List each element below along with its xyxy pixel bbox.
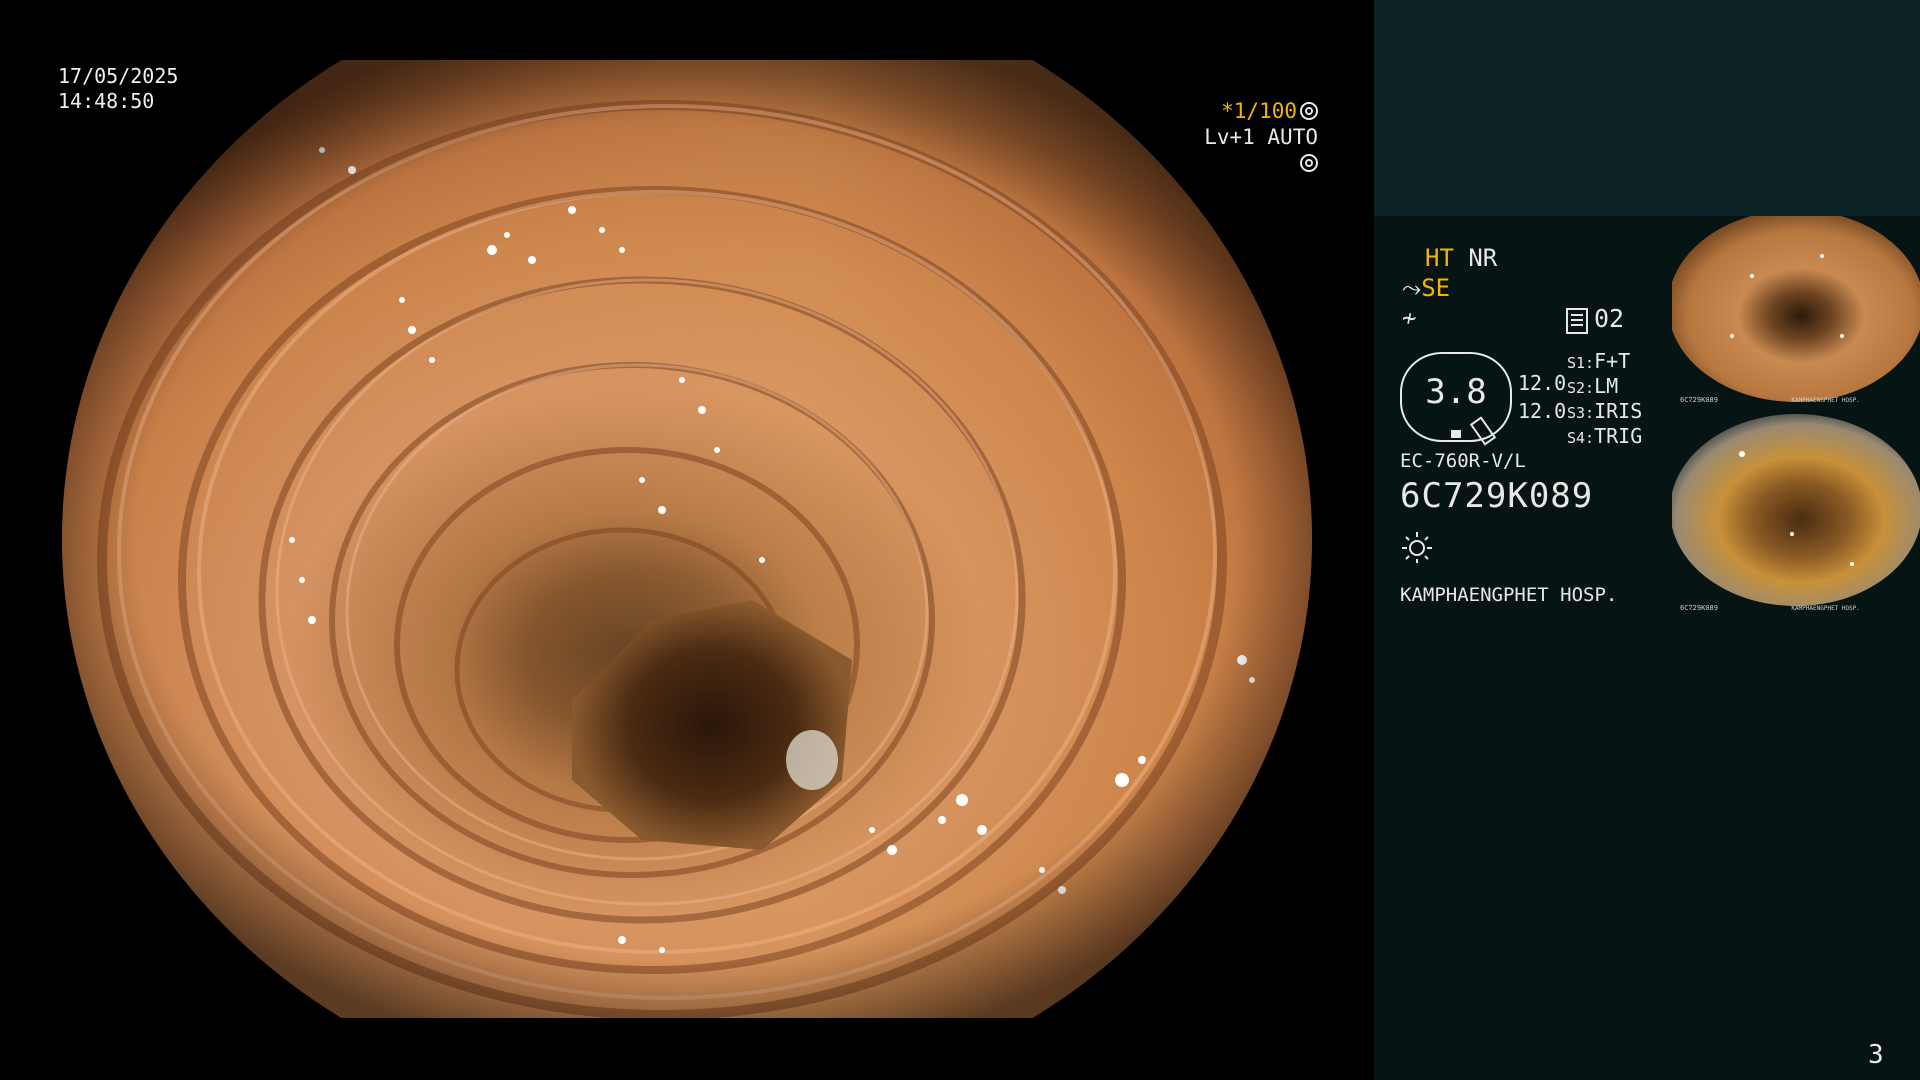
switch-row: S1:F+T <box>1567 349 1630 373</box>
auto-level-text: Lv+1 AUTO <box>1204 125 1318 149</box>
thumbnail-image <box>1672 216 1920 406</box>
endoscope-live-view <box>62 60 1312 1018</box>
filter-icon: ≁ <box>1402 304 1417 332</box>
mode-indicator: HT NR <box>1425 244 1497 272</box>
switch-row: S3:IRIS <box>1567 399 1642 423</box>
switch-key: S3: <box>1567 404 1595 422</box>
thumbnail-image <box>1672 414 1920 614</box>
switch-value: LM <box>1594 374 1619 398</box>
thumbnail-footer: KAMPHAENGPHET HOSP. <box>1791 605 1860 612</box>
date-text: 17/05/2025 <box>58 64 179 88</box>
ht-label: HT <box>1425 244 1454 272</box>
zoom-marker-icon <box>1451 430 1461 438</box>
thumbnail-caption: 6C729K089 <box>1680 396 1718 404</box>
shutter-icon <box>1300 102 1318 120</box>
light-source-icon <box>1402 532 1432 563</box>
level-a: 12.0 <box>1518 371 1567 395</box>
switch-value: TRIG <box>1594 424 1643 448</box>
switch-row: S2:LM <box>1567 374 1618 398</box>
record-icon <box>1566 308 1588 334</box>
shutter-text: *1/100 <box>1221 99 1297 123</box>
capture-thumbnail[interactable]: 6C729K089 KAMPHAENGPHET HOSP. <box>1672 216 1920 406</box>
page-number: 3 <box>1868 1040 1884 1070</box>
info-panel-header <box>1374 0 1920 216</box>
auto-iris-icon <box>1300 154 1318 172</box>
scope-model: EC-760R-V/L <box>1400 450 1526 472</box>
level-b: 12.0 <box>1518 399 1567 423</box>
switch-key: S4: <box>1567 429 1595 447</box>
nr-label: NR <box>1468 244 1498 272</box>
record-count: 02 <box>1594 304 1625 333</box>
datetime-readout: 17/05/2025 14:48:50 <box>58 64 178 114</box>
fiber-icon: ⤳ <box>1402 274 1422 302</box>
hospital-name: KAMPHAENGPHET HOSP. <box>1400 584 1618 606</box>
thumbnail-caption: 6C729K089 <box>1680 604 1718 612</box>
capture-thumbnail[interactable]: 6C729K089 KAMPHAENGPHET HOSP. <box>1672 414 1920 614</box>
switch-value: IRIS <box>1594 399 1643 423</box>
switch-key: S1: <box>1567 354 1595 372</box>
exposure-readout: *1/100 Lv+1 AUTO <box>1188 98 1318 176</box>
thumbnail-footer: KAMPHAENGPHET HOSP. <box>1791 397 1860 404</box>
se-label: SE <box>1421 274 1451 302</box>
scope-serial: 6C729K089 <box>1400 476 1594 516</box>
zoom-value: 3.8 <box>1425 372 1487 412</box>
switch-row: S4:TRIG <box>1567 424 1642 448</box>
switch-key: S2: <box>1567 379 1595 397</box>
structure-enhance-indicator: ⤳SE <box>1402 274 1450 302</box>
time-text: 14:48:50 <box>58 89 155 113</box>
endoscope-image <box>62 60 1312 1018</box>
switch-value: F+T <box>1594 349 1631 373</box>
